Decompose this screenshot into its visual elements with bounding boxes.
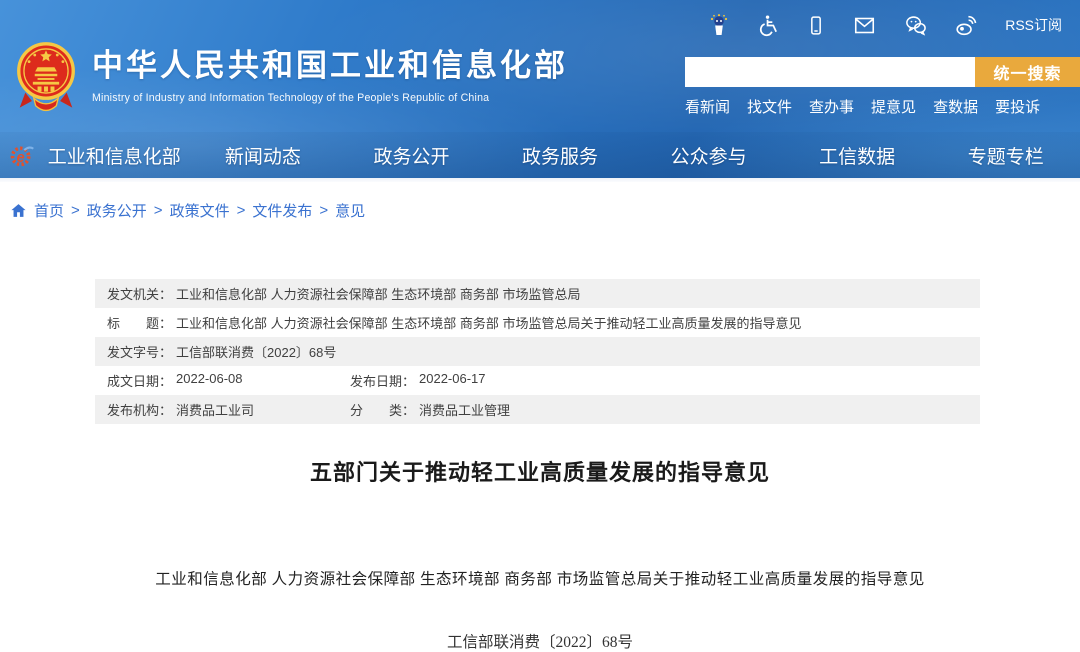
meta-row-publisher: 发布机构： 消费品工业司 分 类： 消费品工业管理 [95, 395, 980, 424]
breadcrumb-file-release[interactable]: 文件发布 [252, 200, 312, 221]
weibo-icon[interactable] [954, 14, 979, 37]
breadcrumb-separator: > [237, 202, 246, 219]
breadcrumb: 首页 > 政务公开 > 政策文件 > 文件发布 > 意见 [0, 182, 1080, 231]
document-subtitle: 工业和信息化部 人力资源社会保障部 生态环境部 商务部 市场监管总局关于推动轻工… [0, 567, 1080, 589]
topbar-icon-row: RSS订阅 [707, 13, 1062, 37]
robot-mascot-icon[interactable] [707, 13, 731, 37]
mobile-icon[interactable] [806, 14, 826, 37]
meta-pair-publish-date: 发布日期： 2022-06-17 [350, 371, 486, 390]
nav-item-participation[interactable]: 公众参与 [634, 142, 783, 169]
site-header: RSS订阅 中华人民共和国工业和信息化部 [0, 0, 1080, 178]
document-number: 工信部联消费〔2022〕68号 [0, 630, 1080, 652]
site-brand[interactable]: 中华人民共和国工业和信息化部 Ministry of Industry and … [14, 40, 568, 122]
meta-pair-category: 分 类： 消费品工业管理 [350, 400, 510, 419]
meta-pair-written-date: 成文日期： 2022-06-08 [107, 371, 350, 390]
gear-e-logo-icon[interactable]: e [8, 142, 40, 169]
breadcrumb-separator: > [71, 202, 80, 219]
meta-row-dates: 成文日期： 2022-06-08 发布日期： 2022-06-17 [95, 366, 980, 395]
main-nav: e 工业和信息化部 新闻动态 政务公开 政务服务 公众参与 工信数据 专题专栏 [0, 132, 1080, 178]
quick-link-services[interactable]: 查办事 [809, 96, 854, 117]
meta-label: 标 题： [107, 313, 172, 332]
nav-items: 工业和信息化部 新闻动态 政务公开 政务服务 公众参与 工信数据 专题专栏 [40, 142, 1080, 169]
meta-value: 工业和信息化部 人力资源社会保障部 生态环境部 商务部 市场监管总局 [176, 284, 580, 303]
meta-row-issuing-agency: 发文机关： 工业和信息化部 人力资源社会保障部 生态环境部 商务部 市场监管总局 [95, 279, 980, 308]
site-subtitle-en: Ministry of Industry and Information Tec… [92, 92, 568, 104]
meta-label: 发文机关： [107, 284, 172, 303]
document-metadata-table: 发文机关： 工业和信息化部 人力资源社会保障部 生态环境部 商务部 市场监管总局… [95, 279, 980, 424]
meta-label: 分 类： [350, 400, 415, 419]
quick-link-news[interactable]: 看新闻 [685, 96, 730, 117]
nav-item-miit-data[interactable]: 工信数据 [783, 142, 932, 169]
breadcrumb-separator: > [154, 202, 163, 219]
meta-row-doc-number: 发文字号： 工信部联消费〔2022〕68号 [95, 337, 980, 366]
unified-search-button[interactable]: 统一搜索 [975, 57, 1080, 87]
meta-pair-publisher: 发布机构： 消费品工业司 [107, 400, 350, 419]
meta-value: 2022-06-17 [419, 371, 486, 390]
breadcrumb-opinions[interactable]: 意见 [335, 200, 365, 221]
meta-value: 消费品工业司 [176, 400, 254, 419]
meta-label: 发布日期： [350, 371, 415, 390]
meta-label: 发文字号： [107, 342, 172, 361]
nav-item-news[interactable]: 新闻动态 [189, 142, 338, 169]
meta-value: 消费品工业管理 [419, 400, 510, 419]
quick-links-row: 看新闻 找文件 查办事 提意见 查数据 要投诉 [685, 96, 1080, 117]
meta-label: 成文日期： [107, 371, 172, 390]
search-area: 统一搜索 看新闻 找文件 查办事 提意见 查数据 要投诉 [685, 57, 1080, 117]
breadcrumb-gov-affairs[interactable]: 政务公开 [87, 200, 147, 221]
meta-value: 工信部联消费〔2022〕68号 [176, 342, 336, 361]
accessibility-icon[interactable] [757, 14, 780, 37]
breadcrumb-separator: > [319, 202, 328, 219]
meta-value: 工业和信息化部 人力资源社会保障部 生态环境部 商务部 市场监管总局关于推动轻工… [176, 313, 801, 332]
nav-item-ministry[interactable]: 工业和信息化部 [40, 142, 189, 169]
nav-item-gov-services[interactable]: 政务服务 [486, 142, 635, 169]
search-row: 统一搜索 [685, 57, 1080, 87]
breadcrumb-policy-files[interactable]: 政策文件 [170, 200, 230, 221]
nav-item-gov-affairs[interactable]: 政务公开 [337, 142, 486, 169]
brand-text: 中华人民共和国工业和信息化部 Ministry of Industry and … [92, 40, 568, 104]
quick-link-data[interactable]: 查数据 [933, 96, 978, 117]
site-title: 中华人民共和国工业和信息化部 [92, 40, 568, 85]
wechat-icon[interactable] [903, 14, 928, 37]
home-icon[interactable] [10, 202, 27, 219]
meta-label: 发布机构： [107, 400, 172, 419]
meta-value: 2022-06-08 [176, 371, 243, 390]
search-input[interactable] [685, 57, 975, 87]
national-emblem-icon [14, 40, 78, 122]
breadcrumb-home[interactable]: 首页 [34, 200, 64, 221]
svg-text:e: e [17, 149, 25, 165]
nav-item-special-topics[interactable]: 专题专栏 [931, 142, 1080, 169]
meta-row-title: 标 题： 工业和信息化部 人力资源社会保障部 生态环境部 商务部 市场监管总局关… [95, 308, 980, 337]
quick-link-complaint[interactable]: 要投诉 [995, 96, 1040, 117]
quick-link-feedback[interactable]: 提意见 [871, 96, 916, 117]
rss-subscribe-link[interactable]: RSS订阅 [1005, 15, 1062, 35]
mail-icon[interactable] [852, 15, 877, 36]
quick-link-files[interactable]: 找文件 [747, 96, 792, 117]
document-title: 五部门关于推动轻工业高质量发展的指导意见 [0, 455, 1080, 487]
